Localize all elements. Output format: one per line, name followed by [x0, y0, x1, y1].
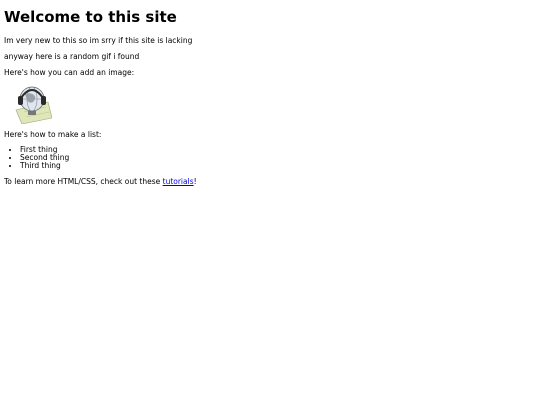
- list-item: Third thing: [20, 162, 540, 170]
- tutorials-link[interactable]: tutorials: [163, 177, 194, 186]
- image-heading: Here's how you can add an image:: [4, 68, 135, 77]
- list-item: First thing: [20, 146, 540, 154]
- page-content: Welcome to this site Im very new to this…: [0, 0, 540, 186]
- footer-suffix: !: [193, 177, 197, 186]
- footer-prefix: To learn more HTML/CSS, check out these: [4, 177, 163, 186]
- footer-text: To learn more HTML/CSS, check out these …: [4, 177, 540, 186]
- intro-text: Im very new to this so im srry if this s…: [4, 36, 193, 45]
- random-gif-image: [10, 84, 53, 125]
- globe-icon: [15, 86, 53, 125]
- page-title: Welcome to this site: [4, 8, 177, 26]
- example-list: First thing Second thing Third thing: [4, 146, 540, 170]
- list-heading: Here's how to make a list:: [4, 130, 102, 139]
- gif-note-text: anyway here is a random gif i found: [4, 52, 140, 61]
- list-item: Second thing: [20, 154, 540, 162]
